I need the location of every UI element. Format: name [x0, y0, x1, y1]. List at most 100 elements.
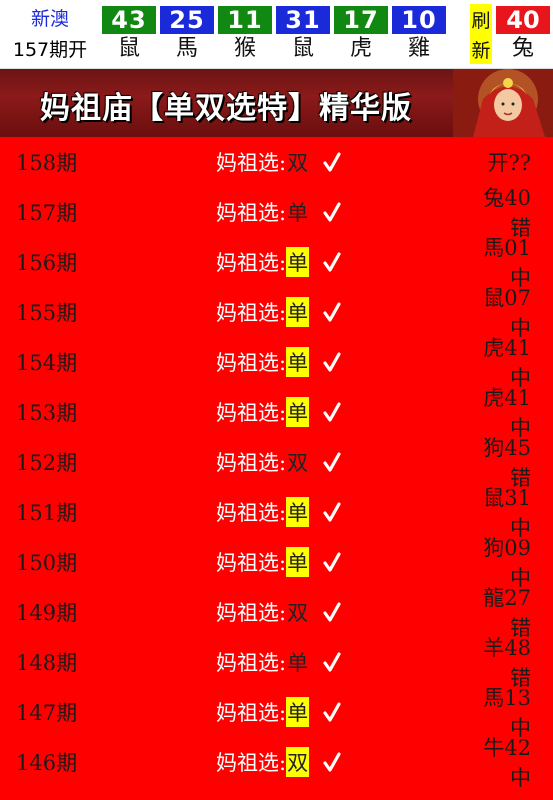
- banner: 妈祖庙【单双选特】精华版: [0, 69, 553, 137]
- draw-ball: 10 雞: [390, 0, 448, 68]
- pick-value: 单: [287, 201, 309, 225]
- check-icon: [323, 202, 341, 222]
- pick-value: 单: [286, 247, 310, 277]
- row-issue: 156期: [16, 251, 78, 275]
- pick-value: 单: [286, 547, 310, 577]
- prediction-row: 146期 妈祖选: 双牛42中: [0, 736, 553, 790]
- check-icon: [323, 752, 341, 772]
- prediction-row: 157期 妈祖选: 单兔40错: [0, 186, 553, 240]
- special-ball-number: 40: [496, 6, 550, 34]
- special-ball: 40 兔: [493, 0, 553, 68]
- draw-ball-number: 11: [218, 6, 272, 34]
- pick-value: 双: [286, 747, 310, 777]
- pick-label: 妈祖选:: [216, 251, 287, 275]
- draw-balls: 43 鼠 25 馬 11 猴 31 鼠 17 虎 10 雞: [100, 0, 469, 68]
- row-issue: 150期: [16, 551, 78, 575]
- pick-value: 单: [286, 497, 310, 527]
- row-issue: 157期: [16, 201, 78, 225]
- pick-label: 妈祖选:: [216, 701, 287, 725]
- row-pick: 妈祖选: 单: [181, 697, 466, 727]
- pick-label: 妈祖选:: [216, 451, 287, 475]
- pick-label: 妈祖选:: [216, 151, 287, 175]
- draw-result-bar: 新澳 157期开 43 鼠 25 馬 11 猴 31 鼠 17 虎 10 雞 刷 新 40 兔: [0, 0, 553, 69]
- row-pick: 妈祖选: 单: [181, 547, 466, 577]
- row-issue: 147期: [16, 701, 78, 725]
- pick-label: 妈祖选:: [216, 601, 287, 625]
- draw-header: 新澳 157期开: [0, 0, 100, 68]
- draw-ball-zodiac: 猴: [233, 36, 256, 61]
- row-pick: 妈祖选: 单: [181, 397, 466, 427]
- check-icon: [323, 302, 341, 322]
- prediction-row: 154期 妈祖选: 单虎41中: [0, 336, 553, 390]
- pick-label: 妈祖选:: [216, 401, 287, 425]
- row-issue: 149期: [16, 601, 78, 625]
- prediction-row: 155期 妈祖选: 单鼠07中: [0, 286, 553, 340]
- refresh-button[interactable]: 刷 新: [470, 4, 492, 64]
- pick-label: 妈祖选:: [216, 751, 287, 775]
- prediction-row: 153期 妈祖选: 单虎41中: [0, 386, 553, 440]
- row-pick: 妈祖选: 单: [181, 247, 466, 277]
- draw-ball-zodiac: 虎: [349, 36, 372, 61]
- check-icon: [323, 402, 341, 422]
- check-icon: [323, 652, 341, 672]
- row-issue: 148期: [16, 651, 78, 675]
- draw-ball: 43 鼠: [100, 0, 158, 68]
- pick-label: 妈祖选:: [216, 651, 287, 675]
- prediction-row: 148期 妈祖选: 单羊48错: [0, 636, 553, 690]
- pick-label: 妈祖选:: [216, 351, 287, 375]
- row-issue: 153期: [16, 401, 78, 425]
- draw-ball-number: 43: [102, 6, 156, 34]
- check-icon: [323, 152, 341, 172]
- pick-value: 单: [286, 347, 310, 377]
- prediction-row: 156期 妈祖选: 单馬01中: [0, 236, 553, 290]
- row-pick: 妈祖选: 单: [181, 647, 466, 677]
- draw-ball-zodiac: 雞: [407, 36, 430, 61]
- row-pick: 妈祖选: 单: [181, 197, 466, 227]
- prediction-row: 151期 妈祖选: 单鼠31中: [0, 486, 553, 540]
- goddess-image: [453, 69, 553, 137]
- row-pick: 妈祖选: 双: [181, 597, 466, 627]
- special-ball-zodiac: 兔: [511, 36, 534, 61]
- banner-title: 妈祖庙【单双选特】精华版: [40, 91, 412, 126]
- row-pick: 妈祖选: 双: [181, 147, 466, 177]
- row-issue: 158期: [16, 151, 78, 175]
- pick-value: 单: [286, 697, 310, 727]
- refresh-label-top: 刷: [471, 9, 491, 32]
- row-issue: 155期: [16, 301, 78, 325]
- pick-value: 单: [287, 651, 309, 675]
- row-issue: 152期: [16, 451, 78, 475]
- prediction-list: 158期 妈祖选: 双开?? 157期 妈祖选: 单兔40错 156期 妈祖选: 单馬01中 15…: [0, 137, 553, 790]
- row-result: 牛42中: [483, 736, 531, 790]
- row-pick: 妈祖选: 单: [181, 297, 466, 327]
- draw-ball-number: 31: [276, 6, 330, 34]
- pick-value: 双: [287, 151, 309, 175]
- draw-issue: 157期开: [12, 39, 88, 61]
- draw-ball: 17 虎: [332, 0, 390, 68]
- pick-value: 双: [287, 451, 309, 475]
- prediction-row: 152期 妈祖选: 双狗45错: [0, 436, 553, 490]
- check-icon: [323, 702, 341, 722]
- prediction-row: 149期 妈祖选: 双龍27错: [0, 586, 553, 640]
- draw-ball-zodiac: 鼠: [291, 36, 314, 61]
- pick-value: 单: [286, 297, 310, 327]
- draw-ball-number: 17: [334, 6, 388, 34]
- draw-ball-zodiac: 馬: [175, 36, 198, 61]
- check-icon: [323, 552, 341, 572]
- draw-ball-number: 25: [160, 6, 214, 34]
- site-name[interactable]: 新澳: [31, 6, 69, 32]
- pick-label: 妈祖选:: [216, 201, 287, 225]
- check-icon: [323, 352, 341, 372]
- check-icon: [323, 602, 341, 622]
- check-icon: [323, 502, 341, 522]
- pick-value: 双: [287, 601, 309, 625]
- row-issue: 151期: [16, 501, 78, 525]
- row-pick: 妈祖选: 双: [181, 747, 466, 777]
- pick-value: 单: [286, 397, 310, 427]
- prediction-row: 158期 妈祖选: 双开??: [0, 137, 553, 187]
- row-issue: 146期: [16, 751, 78, 775]
- row-issue: 154期: [16, 351, 78, 375]
- check-icon: [323, 252, 341, 272]
- pick-label: 妈祖选:: [216, 501, 287, 525]
- draw-ball: 25 馬: [158, 0, 216, 68]
- row-pick: 妈祖选: 双: [181, 447, 466, 477]
